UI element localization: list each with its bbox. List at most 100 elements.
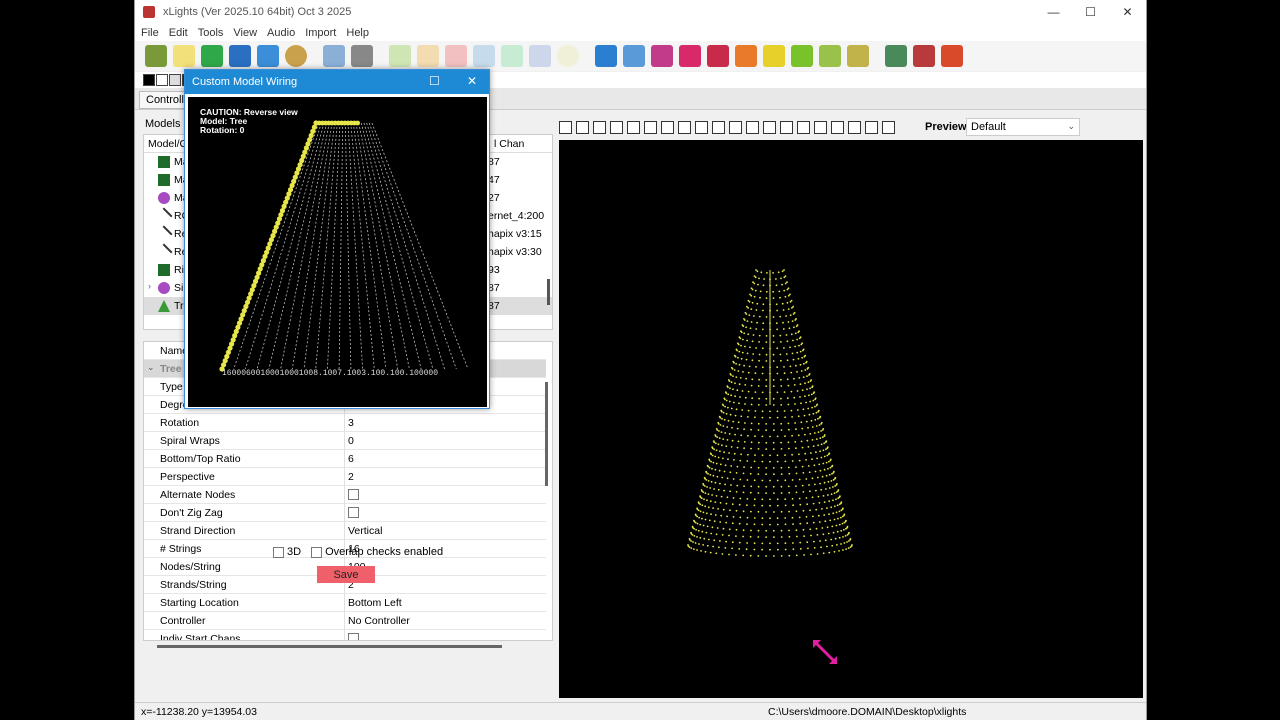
- pencil-icon[interactable]: [847, 45, 869, 67]
- spinner-icon[interactable]: [780, 120, 793, 134]
- timer-icon[interactable]: [323, 45, 345, 67]
- cube-icon[interactable]: [627, 120, 640, 134]
- image-icon[interactable]: [695, 120, 708, 134]
- ruler-icon[interactable]: [865, 120, 878, 134]
- resize-handle-icon[interactable]: [813, 640, 837, 664]
- prop-row[interactable]: Starting Location Bottom Left: [144, 594, 546, 612]
- prop-row[interactable]: Alternate Nodes: [144, 486, 546, 504]
- prop-row[interactable]: Controller No Controller: [144, 612, 546, 630]
- arch-icon[interactable]: [559, 120, 572, 134]
- circle-icon[interactable]: [610, 120, 623, 134]
- copy-icon[interactable]: [679, 45, 701, 67]
- tree-node: [840, 529, 843, 532]
- prop-row[interactable]: Don't Zig Zag: [144, 504, 546, 522]
- prop-checkbox[interactable]: [348, 633, 359, 640]
- settings-gear-icon[interactable]: [595, 45, 617, 67]
- palette-icon[interactable]: [285, 45, 307, 67]
- dialog-maximize-button[interactable]: ☐: [429, 74, 440, 88]
- pause-icon[interactable]: [417, 45, 439, 67]
- sun-icon[interactable]: [791, 45, 813, 67]
- sphere-icon[interactable]: [763, 120, 776, 134]
- open-folder-icon[interactable]: [201, 45, 223, 67]
- effect-off-icon[interactable]: [143, 74, 155, 86]
- collapse-chevron-icon[interactable]: ⌄: [147, 362, 155, 373]
- poly-line-icon[interactable]: [746, 120, 759, 134]
- zoom-in-icon[interactable]: [885, 45, 907, 67]
- tree-scrollbar[interactable]: [547, 279, 550, 305]
- dialog-close-button[interactable]: ✕: [467, 74, 477, 88]
- custom-icon[interactable]: [644, 120, 657, 134]
- layout-preview-canvas[interactable]: [559, 140, 1143, 698]
- prop-row[interactable]: Indiv Start Chans: [144, 630, 546, 640]
- house-icon[interactable]: [735, 45, 757, 67]
- wiring-canvas[interactable]: CAUTION: Reverse view Model: Tree Rotati…: [188, 97, 487, 407]
- menu-help[interactable]: Help: [346, 27, 369, 39]
- lightning-icon[interactable]: [763, 45, 785, 67]
- battery-icon[interactable]: [351, 45, 373, 67]
- fast-forward-icon[interactable]: [501, 45, 523, 67]
- prop-value[interactable]: Vertical: [348, 525, 382, 537]
- zoom-out-icon[interactable]: [913, 45, 935, 67]
- prop-row[interactable]: Bottom/Top Ratio 6: [144, 450, 546, 468]
- prop-value[interactable]: No Controller: [348, 615, 410, 627]
- star-model-icon[interactable]: [797, 120, 810, 134]
- candy-cane-icon[interactable]: [576, 120, 589, 134]
- export-icon[interactable]: [941, 45, 963, 67]
- prop-value[interactable]: 6: [348, 453, 354, 465]
- menu-tools[interactable]: Tools: [198, 27, 224, 39]
- lightbulb-icon[interactable]: [557, 45, 579, 67]
- menu-view[interactable]: View: [233, 27, 257, 39]
- close-button[interactable]: ✕: [1109, 0, 1146, 24]
- props-scrollbar[interactable]: [545, 382, 548, 486]
- prop-checkbox[interactable]: [348, 507, 359, 518]
- prop-value[interactable]: 0: [348, 435, 354, 447]
- channel-block-icon[interactable]: [593, 120, 606, 134]
- new-sequence-icon[interactable]: [145, 45, 167, 67]
- stop-icon[interactable]: [445, 45, 467, 67]
- tree-model-icon[interactable]: [814, 120, 827, 134]
- menu-audio[interactable]: Audio: [267, 27, 295, 39]
- prop-value[interactable]: 2: [348, 471, 354, 483]
- minimize-button[interactable]: —: [1035, 0, 1072, 24]
- save-as-icon[interactable]: [257, 45, 279, 67]
- warning-icon[interactable]: [707, 45, 729, 67]
- threed-checkbox[interactable]: [273, 546, 284, 558]
- repeat-icon[interactable]: [529, 45, 551, 67]
- tree-node: [776, 347, 779, 350]
- prop-value[interactable]: 3: [348, 417, 354, 429]
- wand-icon[interactable]: [819, 45, 841, 67]
- maximize-button[interactable]: ☐: [1072, 0, 1109, 24]
- menu-file[interactable]: File: [141, 27, 159, 39]
- overlap-checkbox[interactable]: [311, 546, 323, 558]
- rewind-icon[interactable]: [473, 45, 495, 67]
- wiring-node[interactable]: [355, 120, 360, 126]
- prop-checkbox[interactable]: [348, 489, 359, 500]
- prop-value[interactable]: Bottom Left: [348, 597, 402, 609]
- props-hscrollbar[interactable]: [157, 645, 502, 648]
- menu-import[interactable]: Import: [305, 27, 336, 39]
- download-icon[interactable]: [882, 120, 895, 134]
- save-button[interactable]: Save: [317, 566, 375, 583]
- matrix-model-icon[interactable]: [712, 120, 725, 134]
- save-icon[interactable]: [229, 45, 251, 67]
- icicles-icon[interactable]: [678, 120, 691, 134]
- controllers-icon[interactable]: [623, 45, 645, 67]
- prop-row[interactable]: Spiral Wraps 0: [144, 432, 546, 450]
- menu-edit[interactable]: Edit: [169, 27, 188, 39]
- effect-color-icon[interactable]: [169, 74, 181, 86]
- play-icon[interactable]: [389, 45, 411, 67]
- new-file-icon[interactable]: [173, 45, 195, 67]
- single-line-icon[interactable]: [729, 120, 742, 134]
- preview-select[interactable]: Default ⌄: [966, 118, 1080, 136]
- dmx-icon[interactable]: [661, 120, 674, 134]
- prop-row[interactable]: Perspective 2: [144, 468, 546, 486]
- window-frame-icon[interactable]: [831, 120, 844, 134]
- effect-on-icon[interactable]: [156, 74, 168, 86]
- layout-icon[interactable]: [651, 45, 673, 67]
- wreath-icon[interactable]: [848, 120, 861, 134]
- wiring-strand: [352, 122, 387, 370]
- prop-row[interactable]: Strand Direction Vertical: [144, 522, 546, 540]
- tree-node: [761, 542, 764, 545]
- prop-row[interactable]: Rotation 3: [144, 414, 546, 432]
- expand-chevron-icon[interactable]: ›: [148, 281, 151, 291]
